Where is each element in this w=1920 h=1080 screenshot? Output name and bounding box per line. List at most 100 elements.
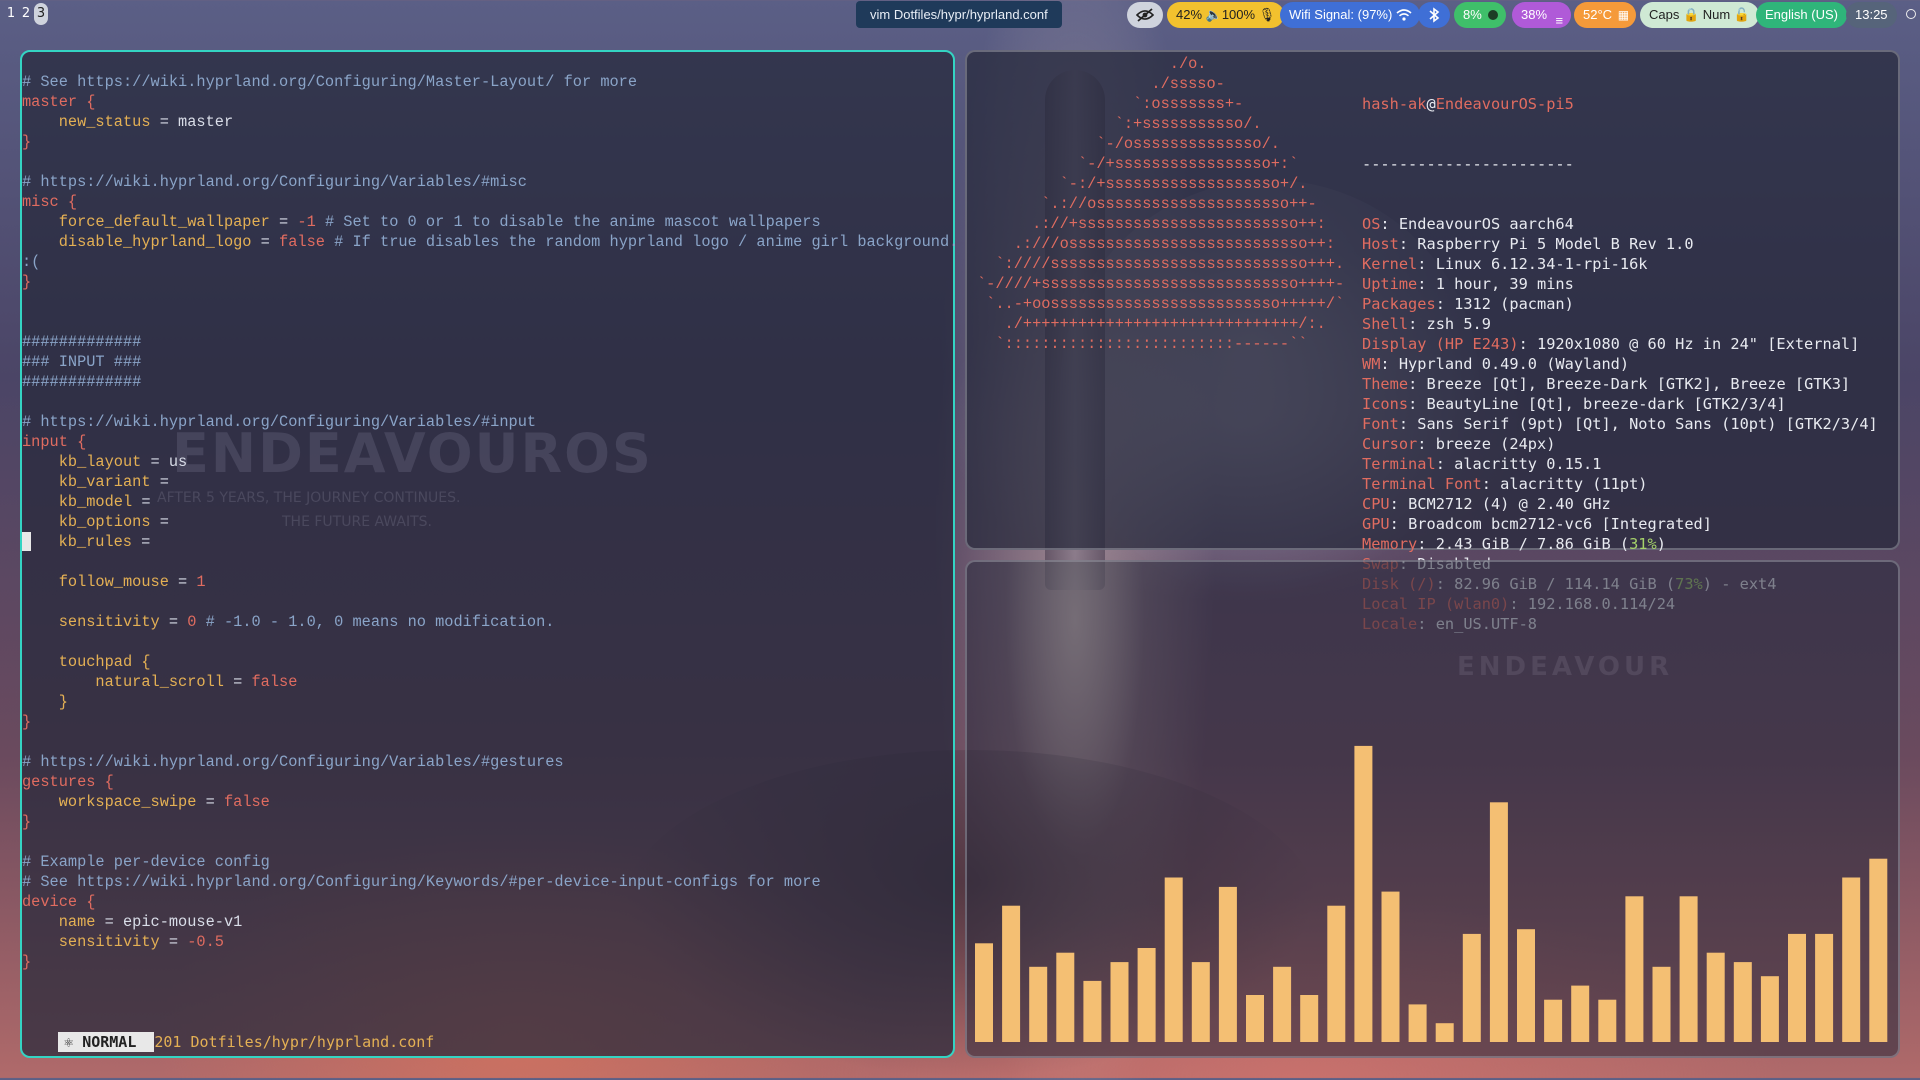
code-token: = bbox=[269, 213, 298, 231]
info-row: Icons: BeautyLine [Qt], breeze-dark [GTK… bbox=[1362, 394, 1878, 414]
visualizer-bar bbox=[1273, 966, 1292, 1042]
info-colon: : bbox=[1408, 375, 1427, 393]
workspace-1[interactable]: 1 bbox=[4, 3, 18, 25]
code-line: misc { bbox=[22, 192, 958, 212]
info-row: Cursor: breeze (24px) bbox=[1362, 434, 1878, 454]
temperature-module[interactable]: 52°C ▦ bbox=[1574, 2, 1637, 28]
code-token: ############# bbox=[22, 373, 142, 391]
info-label: Kernel bbox=[1362, 255, 1418, 273]
visualizer-bar bbox=[1788, 933, 1806, 1042]
workspace-2[interactable]: 2 bbox=[19, 3, 33, 25]
visualizer-bar bbox=[1760, 976, 1779, 1042]
vim-terminal[interactable]: ENDEAVOUROS AFTER 5 YEARS, THE JOURNEY C… bbox=[20, 50, 958, 1058]
info-row: Shell: zsh 5.9 bbox=[1362, 314, 1878, 334]
visualizer-bar bbox=[1842, 877, 1861, 1042]
bluetooth-module[interactable] bbox=[1418, 2, 1450, 28]
keyboard-layout-module[interactable]: English (US) bbox=[1756, 2, 1847, 28]
info-row: CPU: BCM2712 (4) @ 2.40 GHz bbox=[1362, 494, 1878, 514]
info-colon: : bbox=[1481, 475, 1501, 493]
code-line: ### INPUT ### bbox=[22, 352, 958, 372]
code-line: kb_options = bbox=[22, 512, 958, 532]
code-token: # https://wiki.hyprland.org/Configuring/… bbox=[22, 413, 537, 431]
code-token: 1 bbox=[196, 573, 206, 591]
code-token: # Set to 0 or 1 to disable the anime mas… bbox=[315, 213, 821, 231]
visualizer-bar bbox=[1327, 905, 1346, 1042]
hostname: EndeavourOS-pi5 bbox=[1435, 95, 1574, 113]
code-token: } bbox=[22, 133, 32, 151]
visualizer-bar bbox=[1625, 896, 1644, 1042]
info-label: GPU bbox=[1362, 515, 1390, 533]
code-token: # https://wiki.hyprland.org/Configuring/… bbox=[22, 753, 564, 771]
info-value: zsh 5.9 bbox=[1426, 315, 1491, 333]
cpu-module[interactable]: 8% bbox=[1454, 2, 1506, 28]
vim-buffer[interactable]: # See https://wiki.hyprland.org/Configur… bbox=[22, 72, 958, 972]
code-line: name = epic-mouse-v1 bbox=[22, 912, 958, 932]
code-token: = bbox=[251, 233, 280, 251]
code-line: gestures { bbox=[22, 772, 958, 792]
code-token: touchpad { bbox=[22, 653, 151, 671]
info-colon: : bbox=[1398, 415, 1418, 433]
code-line: } bbox=[22, 812, 958, 832]
info-value: Linux 6.12.34-1-rpi-16k bbox=[1435, 255, 1648, 273]
code-token: = bbox=[159, 613, 188, 631]
code-token: force_default_wallpaper bbox=[22, 213, 270, 231]
user-host: hash-ak@EndeavourOS-pi5 bbox=[1362, 95, 1574, 113]
info-row: Host: Raspberry Pi 5 Model B Rev 1.0 bbox=[1362, 234, 1878, 254]
visualizer-bar bbox=[1815, 933, 1834, 1042]
audio-visualizer-terminal[interactable]: ENDEAVOUR bbox=[965, 560, 1900, 1058]
code-line: # See https://wiki.hyprland.org/Configur… bbox=[22, 72, 958, 92]
lock-keys-module[interactable]: Caps 🔒 Num 🔓 bbox=[1640, 2, 1760, 28]
code-token: = bbox=[223, 673, 252, 691]
code-line: # https://wiki.hyprland.org/Configuring/… bbox=[22, 752, 958, 772]
memory-module[interactable]: 38% ≡ bbox=[1512, 2, 1572, 28]
info-colon: : bbox=[1417, 535, 1436, 553]
temperature-label: 52°C bbox=[1583, 7, 1613, 22]
code-token: = us bbox=[141, 453, 188, 471]
info-row: Display (HP E243): 1920x1080 @ 60 Hz in … bbox=[1362, 334, 1878, 354]
code-token: false bbox=[279, 233, 325, 251]
code-token: workspace_swipe bbox=[22, 793, 197, 811]
code-token: } bbox=[22, 813, 32, 831]
code-token: device { bbox=[22, 893, 96, 911]
visualizer-bar bbox=[975, 943, 993, 1042]
visualizer-bar bbox=[1544, 999, 1563, 1042]
wifi-icon bbox=[1396, 9, 1412, 21]
info-colon: : bbox=[1398, 235, 1418, 253]
info-value: Broadcom bcm2712-vc6 [Integrated] bbox=[1408, 515, 1712, 533]
info-colon: : bbox=[1518, 335, 1537, 353]
memory-icon: ≡ bbox=[1555, 13, 1564, 28]
code-line: # Example per-device config bbox=[22, 852, 958, 872]
visualizer-bar bbox=[1408, 1004, 1427, 1042]
info-row: GPU: Broadcom bcm2712-vc6 [Integrated] bbox=[1362, 514, 1878, 534]
idle-inhibitor-button[interactable] bbox=[1127, 2, 1163, 28]
code-token: } bbox=[22, 273, 32, 291]
code-line: master { bbox=[22, 92, 958, 112]
text-cursor bbox=[22, 532, 31, 551]
info-row: Memory: 2.43 GiB / 7.86 GiB (31%) bbox=[1362, 534, 1878, 554]
code-token: ### INPUT ### bbox=[22, 353, 142, 371]
info-label: CPU bbox=[1362, 495, 1390, 513]
code-token: = epic-mouse-v1 bbox=[95, 913, 243, 931]
fastfetch-terminal[interactable]: ./o. ./sssso- `:osssssss+- `:+ssssssssss… bbox=[965, 50, 1900, 633]
vim-mode-icon: ⚛ bbox=[64, 1033, 83, 1051]
username: hash-ak bbox=[1362, 95, 1427, 113]
thermometer-icon: ▦ bbox=[1617, 8, 1630, 22]
code-token: false bbox=[251, 673, 298, 691]
code-token: = bbox=[132, 493, 151, 511]
info-colon: : bbox=[1380, 215, 1399, 233]
code-line: sensitivity = -0.5 bbox=[22, 932, 958, 952]
info-label: Icons bbox=[1362, 395, 1409, 413]
code-line: device { bbox=[22, 892, 958, 912]
wifi-module[interactable]: Wifi Signal: (97%) bbox=[1280, 2, 1421, 28]
info-row: OS: EndeavourOS aarch64 bbox=[1362, 214, 1878, 234]
power-icon[interactable] bbox=[1906, 9, 1916, 19]
code-token: new_status bbox=[22, 113, 151, 131]
separator: ----------------------- bbox=[1362, 155, 1574, 173]
workspace-3[interactable]: 3 bbox=[34, 3, 48, 25]
eye-off-icon bbox=[1136, 8, 1154, 22]
clock-module[interactable]: 13:25 bbox=[1846, 2, 1897, 28]
brightness-volume-module[interactable]: 42% 🔈100% 🎙 bbox=[1167, 2, 1285, 28]
code-token: gestures { bbox=[22, 773, 114, 791]
code-token: sensitivity bbox=[22, 933, 160, 951]
